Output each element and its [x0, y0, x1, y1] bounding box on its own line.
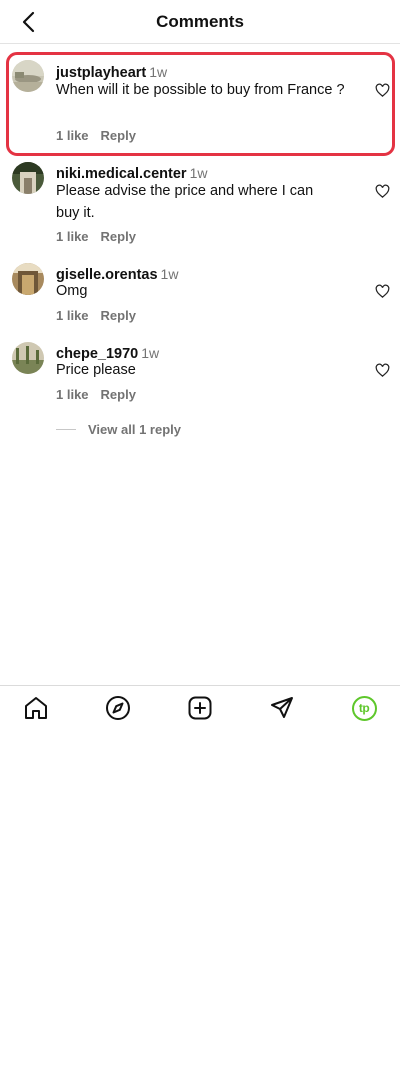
likes-count[interactable]: 1 like [56, 387, 89, 402]
divider-line [56, 429, 76, 430]
bottom-tab-bar: tp [0, 685, 400, 731]
likes-count[interactable]: 1 like [56, 229, 89, 244]
heart-icon[interactable] [375, 184, 390, 199]
avatar[interactable] [12, 342, 44, 374]
create-icon [188, 696, 212, 720]
heart-icon[interactable] [375, 284, 390, 299]
avatar[interactable] [12, 60, 44, 92]
comment-meta: 1 like Reply [56, 387, 136, 402]
reply-button[interactable]: Reply [101, 229, 136, 244]
comment-time: 1w [149, 64, 168, 80]
tab-create[interactable] [186, 694, 214, 722]
reply-button[interactable]: Reply [101, 387, 136, 402]
avatar[interactable] [12, 162, 44, 194]
comment-text: Please advise the price and where I can … [56, 183, 314, 221]
view-replies-label: View all 1 reply [88, 422, 181, 437]
home-icon [25, 697, 47, 719]
comment-text: Price please [56, 362, 136, 378]
reply-button[interactable]: Reply [101, 128, 136, 143]
comment-text: When will it be possible to buy from Fra… [56, 82, 345, 98]
reply-button[interactable]: Reply [101, 308, 136, 323]
likes-count[interactable]: 1 like [56, 308, 89, 323]
view-replies-button[interactable]: View all 1 reply [56, 422, 181, 437]
comment-meta: 1 like Reply [56, 229, 136, 244]
tab-home[interactable] [22, 694, 50, 722]
profile-icon: tp [351, 695, 377, 721]
likes-count[interactable]: 1 like [56, 128, 89, 143]
heart-icon[interactable] [375, 83, 390, 98]
heart-icon[interactable] [375, 363, 390, 378]
tab-profile[interactable]: tp [350, 694, 378, 722]
comment-time: 1w [189, 165, 208, 181]
header: Comments [0, 0, 400, 44]
direct-icon [271, 697, 293, 718]
comment-text: Omg [56, 283, 88, 299]
comment-meta: 1 like Reply [56, 128, 136, 143]
avatar[interactable] [12, 263, 44, 295]
tab-explore[interactable] [104, 694, 132, 722]
comment-meta: 1 like Reply [56, 308, 136, 323]
tab-direct[interactable] [268, 694, 296, 722]
profile-initials: tp [358, 701, 370, 715]
explore-icon [106, 696, 130, 720]
page-title: Comments [156, 12, 244, 31]
